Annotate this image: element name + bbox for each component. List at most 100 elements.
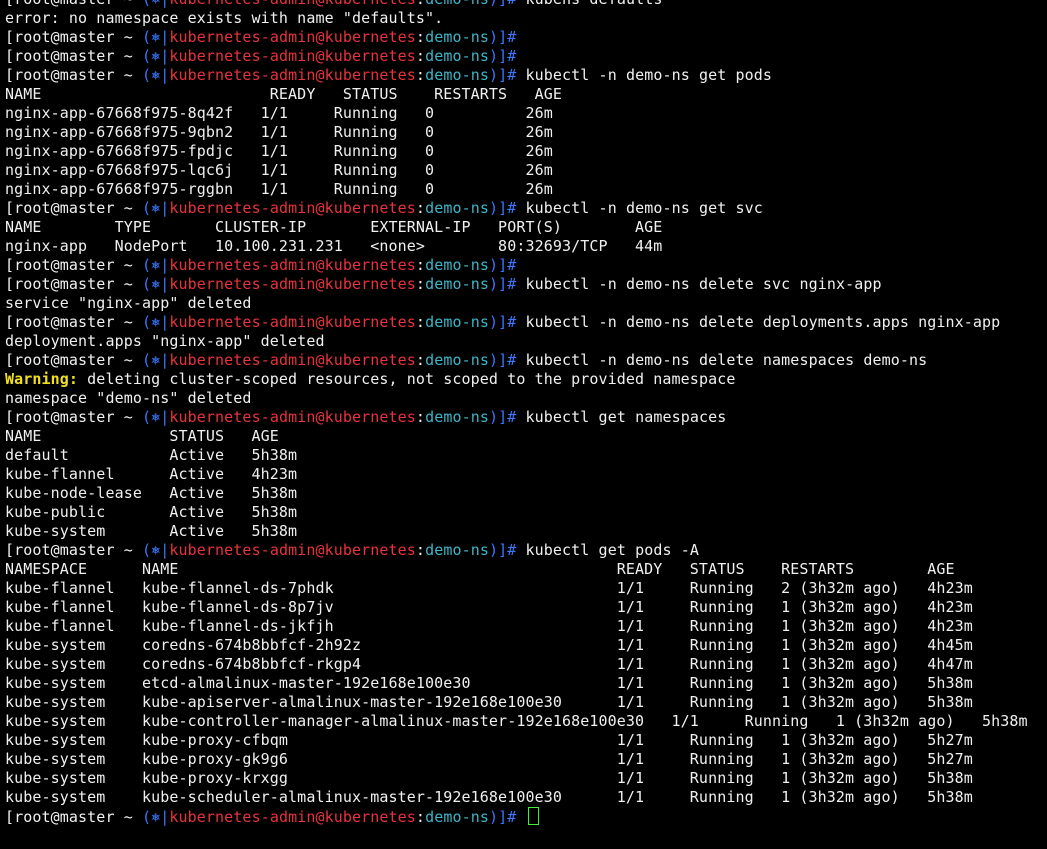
output-text: nginx-app-67668f975-fpdjc 1/1 Running 0 … [5,142,553,160]
prompt-cluster: kubernetes-admin@kubernetes [169,313,416,331]
command-text: kubectl get pods -A [525,541,699,559]
prompt-user: [root@master ~ [5,28,142,46]
prompt-user: [root@master ~ [5,275,142,293]
output-line: kube-system coredns-674b8bbfcf-2h92z 1/1… [5,636,1047,655]
kube-helm-icon: ⎈ [151,541,161,559]
prompt-paren-close: )]# [489,0,526,8]
command-text: kubectl -n demo-ns get svc [525,199,763,217]
prompt-namespace: demo-ns [425,256,489,274]
prompt-cluster: kubernetes-admin@kubernetes [169,0,416,8]
kube-helm-icon: ⎈ [151,351,161,369]
command-text: kubectl -n demo-ns delete namespaces dem… [525,351,928,369]
text-cursor[interactable] [527,807,539,825]
prompt-colon: : [415,47,426,65]
output-line: nginx-app-67668f975-rggbn 1/1 Running 0 … [5,180,1047,199]
prompt-colon: : [415,808,426,826]
prompt-namespace: demo-ns [425,408,489,426]
prompt-colon: : [415,351,426,369]
output-text: kube-system kube-proxy-krxgg 1/1 Running… [5,769,973,787]
output-text: kube-flannel Active 4h23m [5,465,298,483]
output-text: kube-system kube-controller-manager-alma… [5,712,1028,730]
output-text: deployment.apps "nginx-app" deleted [5,332,325,350]
command-text: kubectl get namespaces [525,408,727,426]
prompt-namespace: demo-ns [425,808,489,826]
output-text: kube-node-lease Active 5h38m [5,484,298,502]
prompt-user: [root@master ~ [5,541,142,559]
command-text: kubectl -n demo-ns delete deployments.ap… [525,313,1001,331]
prompt-cluster: kubernetes-admin@kubernetes [169,351,416,369]
kube-helm-icon: ⎈ [151,47,161,65]
output-line: error: no namespace exists with name "de… [5,9,1047,28]
prompt-paren-close: )]# [488,541,526,559]
kube-helm-icon: ⎈ [151,275,161,293]
prompt-line: [root@master ~ (⎈|kubernetes-admin@kuber… [5,541,1047,560]
prompt-line: [root@master ~ (⎈|kubernetes-admin@kuber… [5,28,1047,47]
output-line: deployment.apps "nginx-app" deleted [5,332,1047,351]
terminal-output[interactable]: [root@master ~ (⎈|kubernetes-admin@kuber… [5,0,1047,849]
prompt-paren-open: ( [141,66,152,84]
output-text: nginx-app-67668f975-8q42f 1/1 Running 0 … [5,104,553,122]
prompt-paren-open: ( [141,408,152,426]
output-text: NAMESPACE NAME READY STATUS RESTARTS AGE [5,560,955,578]
output-line: kube-node-lease Active 5h38m [5,484,1047,503]
prompt-namespace: demo-ns [425,199,489,217]
prompt-user: [root@master ~ [5,47,142,65]
prompt-paren-close: )]# [488,28,526,46]
output-line: nginx-app-67668f975-lqc6j 1/1 Running 0 … [5,161,1047,180]
prompt-line: [root@master ~ (⎈|kubernetes-admin@kuber… [5,256,1047,275]
prompt-cluster: kubernetes-admin@kubernetes [169,66,416,84]
output-line: NAME STATUS AGE [5,427,1047,446]
prompt-paren-close: )]# [488,313,526,331]
prompt-paren-close: )]# [488,66,526,84]
prompt-paren-open: ( [141,351,152,369]
prompt-paren-open: ( [141,199,152,217]
output-line: default Active 5h38m [5,446,1047,465]
warning-line: Warning: deleting cluster-scoped resourc… [5,370,1047,389]
prompt-namespace: demo-ns [425,541,489,559]
output-line: namespace "demo-ns" deleted [5,389,1047,408]
output-text: kube-system coredns-674b8bbfcf-rkgp4 1/1… [5,655,973,673]
prompt-colon: : [416,0,425,8]
prompt-namespace: demo-ns [425,0,489,8]
output-line: kube-flannel Active 4h23m [5,465,1047,484]
prompt-colon: : [415,256,426,274]
prompt-cluster: kubernetes-admin@kubernetes [169,541,416,559]
output-text: kube-system kube-apiserver-almalinux-mas… [5,693,973,711]
output-line: NAME READY STATUS RESTARTS AGE [5,85,1047,104]
prompt-paren-close: )]# [488,275,526,293]
prompt-line: [root@master ~ (⎈|kubernetes-admin@kuber… [5,0,1047,9]
kube-helm-icon: ⎈ [151,408,161,426]
prompt-colon: : [415,28,426,46]
prompt-line: [root@master ~ (⎈|kubernetes-admin@kuber… [5,275,1047,294]
kube-helm-icon: ⎈ [151,28,161,46]
output-line: NAME TYPE CLUSTER-IP EXTERNAL-IP PORT(S)… [5,218,1047,237]
prompt-cluster: kubernetes-admin@kubernetes [169,199,416,217]
warning-label: Warning: [5,370,79,388]
prompt-paren-open: ( [141,541,152,559]
prompt-colon: : [415,275,426,293]
prompt-user: [root@master ~ [5,0,142,8]
output-line: kube-flannel kube-flannel-ds-7phdk 1/1 R… [5,579,1047,598]
output-text: kube-flannel kube-flannel-ds-jkfjh 1/1 R… [5,617,973,635]
output-text: default Active 5h38m [5,446,298,464]
prompt-namespace: demo-ns [425,47,489,65]
warning-text: deleting cluster-scoped resources, not s… [78,370,736,388]
prompt-colon: : [415,66,426,84]
output-text: kube-system kube-proxy-cfbqm 1/1 Running… [5,731,973,749]
prompt-namespace: demo-ns [425,275,489,293]
prompt-namespace: demo-ns [425,28,489,46]
prompt-user: [root@master ~ [5,66,142,84]
output-line: kube-system kube-proxy-krxgg 1/1 Running… [5,769,1047,788]
output-text: nginx-app-67668f975-9qbn2 1/1 Running 0 … [5,123,553,141]
prompt-paren-close: )]# [488,351,526,369]
output-line: kube-system kube-controller-manager-alma… [5,712,1047,731]
prompt-namespace: demo-ns [425,351,489,369]
output-text: kube-system kube-scheduler-almalinux-mas… [5,788,973,806]
prompt-namespace: demo-ns [425,66,489,84]
prompt-colon: : [415,408,426,426]
prompt-colon: : [415,541,426,559]
output-text: kube-system kube-proxy-gk9g6 1/1 Running… [5,750,973,768]
output-text: nginx-app NodePort 10.100.231.231 <none>… [5,237,663,255]
output-line: kube-system kube-proxy-gk9g6 1/1 Running… [5,750,1047,769]
output-text: service "nginx-app" deleted [5,294,252,312]
